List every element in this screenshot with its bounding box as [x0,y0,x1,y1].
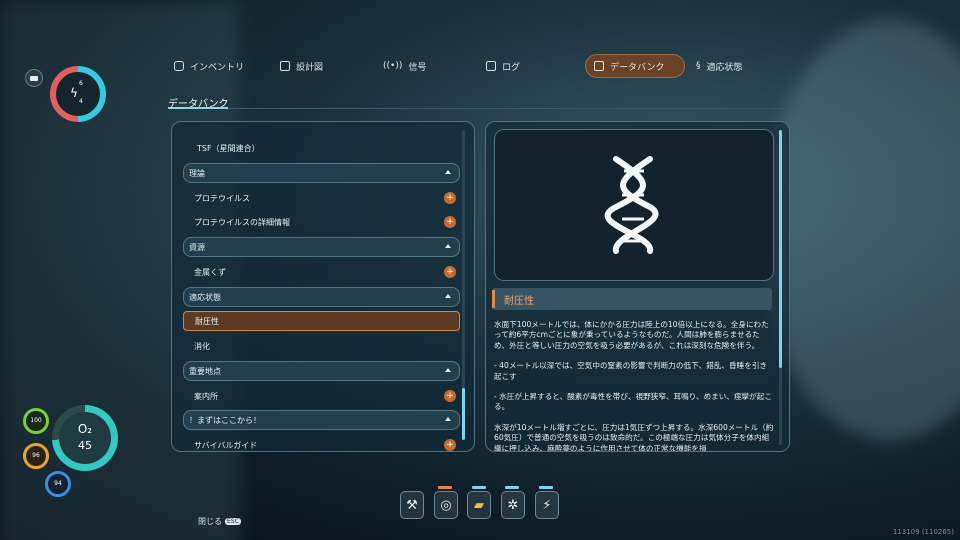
quickslot-4[interactable]: ✲ [501,491,525,519]
oxygen-label: O₂ [77,422,93,436]
slot-indicator [472,486,486,489]
slot-indicator [438,486,452,489]
flashlight-icon: ▰ [474,497,484,513]
chevron-up-icon [445,368,451,372]
tab-inventory[interactable]: インベントリ [166,54,252,78]
slot-indicator [505,486,519,489]
quickslot-5[interactable]: ⚡ [535,491,559,519]
list-item[interactable]: プロテウイルスの詳細情報 + [183,212,460,232]
scanner-icon: ◎ [440,497,452,513]
tab-adaptation[interactable]: § 適応状態 [688,54,751,78]
databank-list: TSF（星間連合） 理論 プロテウイルス + プロテウイルスの詳細情報 + 資源 金… [171,121,475,452]
list-item[interactable]: サバイバルガイド + [183,435,460,451]
category-header-adaptation[interactable]: 適応状態 [183,287,460,307]
power-bottom: 4 [79,98,83,105]
log-icon [486,61,496,71]
water-value: 94 [54,480,62,487]
list-item-selected[interactable]: 耐圧性 [183,311,460,331]
build-version: 113109 (110265) [892,528,954,536]
category-header-landmarks[interactable]: 重要地点 [183,361,460,381]
slot-indicator [539,486,553,489]
oxygen-value: 45 [78,439,92,452]
tab-databank[interactable]: データバンク [585,54,685,78]
repair-tool-icon: ⚒ [406,497,418,513]
scrollbar-thumb[interactable] [779,130,782,368]
quickslot-2[interactable]: ◎ [434,491,458,519]
power-gauge: ϟ 6 4 [50,66,106,122]
esc-key-icon: ESC [225,518,241,525]
title-divider [168,108,790,109]
databank-icon [594,61,604,71]
close-button[interactable]: 閉じる ESC [198,516,241,527]
tab-signals[interactable]: ((•)) 信号 [375,54,434,78]
description-paragraph: - 水圧が上昇すると、酸素が毒性を帯び、視野狭窄、耳鳴り、めまい、痙攣が起こる。 [494,392,772,412]
entry-title: 耐圧性 [492,288,772,310]
backpack-icon [174,61,184,71]
health-value: 100 [30,417,42,424]
chevron-up-icon [445,417,451,421]
health-gauge: 100 [23,408,49,434]
list-item[interactable]: 金属くず + [183,262,460,282]
description-paragraph: 水面下100メートルでは、体にかかる圧力は陸上の10倍以上になる。全身にわたって… [494,320,769,350]
new-entry-icon: + [444,266,456,278]
entry-detail: 耐圧性 水面下100メートルでは、体にかかる圧力は陸上の10倍以上になる。全身に… [485,121,790,452]
list-item[interactable]: 案内所 + [183,386,460,406]
dna-icon: § [696,61,701,71]
tab-bar: インベントリ 設計図 ((•)) 信号 ログ データバンク § 適応状態 [160,54,790,80]
settings-badge[interactable] [25,69,43,87]
list-item[interactable]: TSF（星間連合） [183,138,460,158]
dna-helix-icon [604,156,659,254]
food-value: 96 [32,452,40,459]
signal-icon: ((•)) [383,61,403,71]
builder-icon: ✲ [507,497,519,513]
quickslot-1[interactable]: ⚒ [400,491,424,519]
new-entry-icon: + [444,216,456,228]
tab-log[interactable]: ログ [478,54,528,78]
list-item[interactable]: プロテウイルス + [183,188,460,208]
entry-image [494,129,774,281]
scrollbar-thumb[interactable] [462,388,465,440]
blueprint-icon [280,61,290,71]
new-entry-icon: + [444,439,456,451]
description-paragraph: 水深が10メートル増すごとに、圧力は1気圧ずつ上昇する。水深600メートル（約6… [494,422,774,452]
chevron-up-icon [445,170,451,174]
bolt-icon: ϟ [70,86,78,100]
title-underline [168,107,228,109]
description-paragraph: - 40メートル以深では、空気中の窒素の影響で判断力の低下、錯乱、昏睡を引き起こ… [494,361,768,381]
list-item[interactable]: 消化 [183,336,460,356]
list-scrollbar[interactable] [462,130,465,440]
new-entry-icon: + [444,192,456,204]
entry-description: 水面下100メートルでは、体にかかる圧力は陸上の10倍以上になる。全身にわたって… [494,320,774,452]
category-header-theory[interactable]: 理論 [183,163,460,183]
category-header-resources[interactable]: 資源 [183,237,460,257]
chevron-up-icon [445,244,451,248]
category-header-start[interactable]: ！まずはここから！ [183,410,460,430]
tab-blueprints[interactable]: 設計図 [272,54,331,78]
quickslot-3[interactable]: ▰ [467,491,491,519]
oxygen-gauge: O₂ 45 [52,405,118,471]
food-gauge: 96 [23,443,49,469]
new-entry-icon: + [444,390,456,402]
chevron-up-icon [445,294,451,298]
detail-scrollbar[interactable] [779,130,782,445]
background-glow [760,20,960,440]
power-top: 6 [79,80,83,87]
plug-icon: ⚡ [542,497,552,513]
water-gauge: 94 [45,471,71,497]
